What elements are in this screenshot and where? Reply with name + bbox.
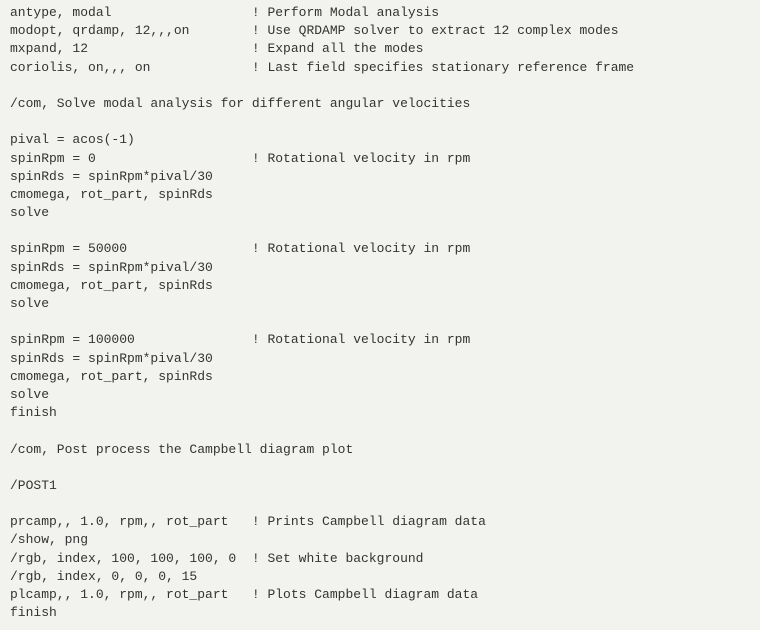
code-line: pival = acos(-1): [10, 131, 750, 149]
code-line: modopt, qrdamp, 12,,,on ! Use QRDAMP sol…: [10, 22, 750, 40]
code-line: spinRds = spinRpm*pival/30: [10, 259, 750, 277]
code-line: [10, 495, 750, 513]
code-line: mxpand, 12 ! Expand all the modes: [10, 40, 750, 58]
code-line: spinRds = spinRpm*pival/30: [10, 350, 750, 368]
code-line: [10, 313, 750, 331]
code-line: plcamp,, 1.0, rpm,, rot_part ! Plots Cam…: [10, 586, 750, 604]
code-line: cmomega, rot_part, spinRds: [10, 277, 750, 295]
code-line: [10, 459, 750, 477]
code-line: spinRds = spinRpm*pival/30: [10, 168, 750, 186]
code-line: /POST1: [10, 477, 750, 495]
code-block: antype, modal ! Perform Modal analysismo…: [10, 4, 750, 622]
code-line: /com, Post process the Campbell diagram …: [10, 441, 750, 459]
code-line: finish: [10, 604, 750, 622]
code-line: [10, 222, 750, 240]
code-line: cmomega, rot_part, spinRds: [10, 186, 750, 204]
code-line: [10, 422, 750, 440]
code-line: /rgb, index, 0, 0, 0, 15: [10, 568, 750, 586]
code-line: [10, 113, 750, 131]
code-line: /show, png: [10, 531, 750, 549]
code-line: /rgb, index, 100, 100, 100, 0 ! Set whit…: [10, 550, 750, 568]
code-line: /com, Solve modal analysis for different…: [10, 95, 750, 113]
code-line: finish: [10, 404, 750, 422]
code-line: prcamp,, 1.0, rpm,, rot_part ! Prints Ca…: [10, 513, 750, 531]
code-line: spinRpm = 0 ! Rotational velocity in rpm: [10, 150, 750, 168]
code-line: solve: [10, 295, 750, 313]
code-line: cmomega, rot_part, spinRds: [10, 368, 750, 386]
code-line: spinRpm = 100000 ! Rotational velocity i…: [10, 331, 750, 349]
code-line: solve: [10, 386, 750, 404]
code-line: spinRpm = 50000 ! Rotational velocity in…: [10, 240, 750, 258]
code-line: solve: [10, 204, 750, 222]
code-line: [10, 77, 750, 95]
code-line: antype, modal ! Perform Modal analysis: [10, 4, 750, 22]
code-line: coriolis, on,,, on ! Last field specifie…: [10, 59, 750, 77]
